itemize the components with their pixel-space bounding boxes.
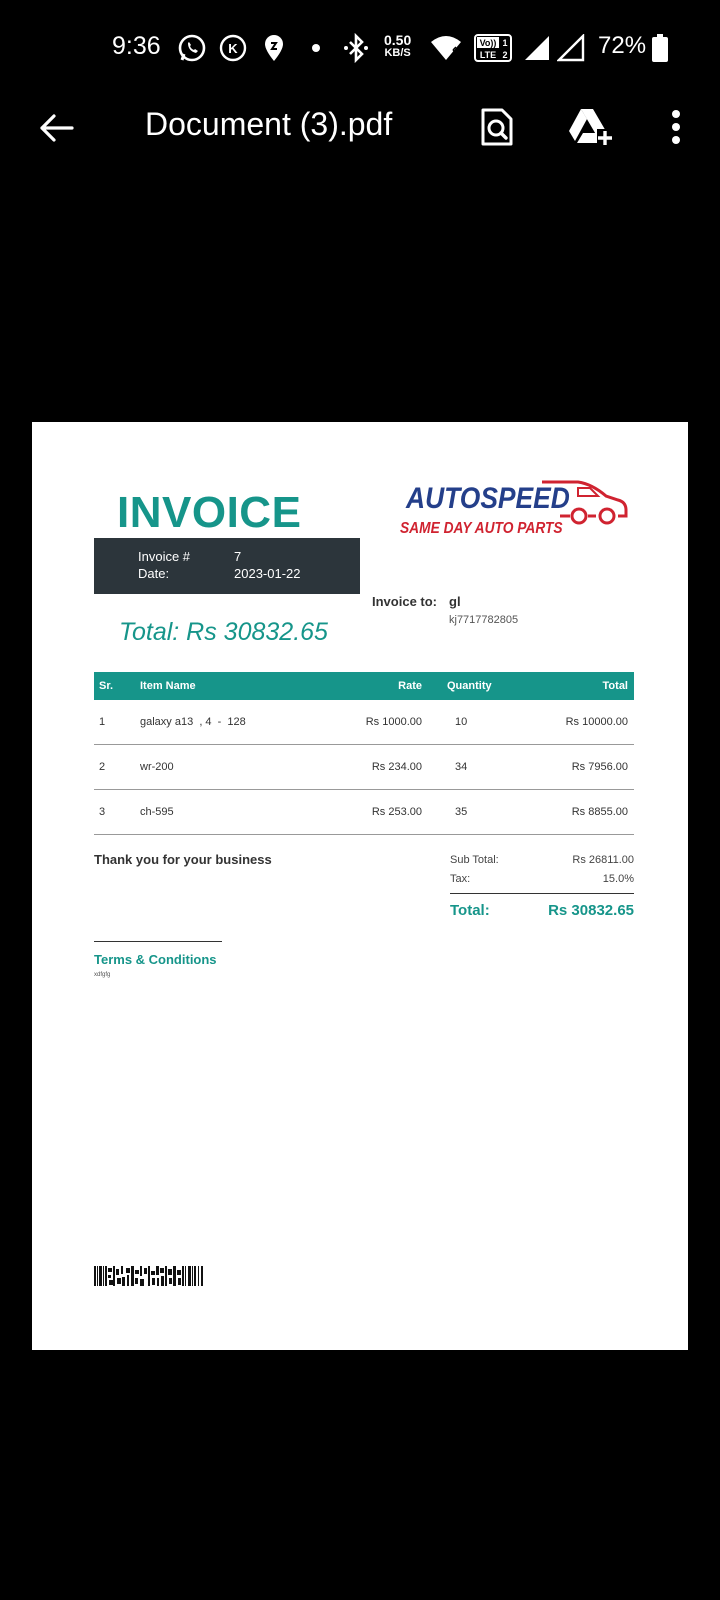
volte-icon: Vo)) LTE 1 2 [474, 32, 512, 64]
row-qty: 10 [455, 716, 468, 728]
k-app-icon: K [218, 32, 248, 64]
back-button[interactable] [30, 108, 82, 148]
row-item: galaxy a13 , 4 - 128 [140, 716, 246, 728]
svg-text:Vo)): Vo)) [480, 38, 497, 48]
col-total: Total [602, 680, 628, 692]
grand-total-value: Rs 30832.65 [548, 902, 634, 919]
row-sr: 1 [99, 716, 106, 728]
invoice-to-label: Invoice to: [372, 594, 438, 609]
col-sr: Sr. [99, 680, 114, 692]
signal-icon-2 [556, 32, 586, 64]
row-sr: 2 [99, 761, 106, 773]
battery-icon [650, 32, 670, 64]
terms-title: Terms & Conditions [94, 952, 217, 967]
svg-text:1: 1 [502, 38, 507, 48]
row-rate: Rs 253.00 [371, 806, 422, 818]
more-vert-icon [672, 110, 680, 144]
row-sr: 3 [99, 806, 106, 818]
car-logo-icon [542, 480, 628, 525]
col-quantity: Quantity [447, 680, 492, 692]
total-banner: Total: Rs 30832.65 [119, 618, 328, 646]
summary-divider [450, 893, 634, 894]
row-total: Rs 10000.00 [565, 716, 628, 728]
col-rate: Rate [398, 680, 422, 692]
back-arrow-icon [40, 114, 74, 142]
net-speed: 0.50 KB/S [384, 32, 412, 60]
svg-text:LTE: LTE [480, 50, 496, 60]
app-bar: Document (3).pdf [0, 96, 720, 158]
terms-divider [94, 941, 222, 942]
items-table-header: Sr. Item Name Rate Quantity Total [94, 672, 634, 700]
row-item: wr-200 [140, 761, 174, 773]
table-row: 1 galaxy a13 , 4 - 128 Rs 1000.00 10 Rs … [94, 700, 634, 745]
dot-icon [310, 32, 322, 64]
status-time: 9:36 [112, 32, 161, 60]
add-to-drive-button[interactable] [566, 104, 614, 150]
document-title: Document (3).pdf [145, 106, 393, 142]
row-qty: 34 [455, 761, 468, 773]
row-total: Rs 8855.00 [571, 806, 628, 818]
invoice-number-label: Invoice # [138, 549, 191, 564]
row-item: ch-595 [140, 806, 174, 818]
status-bar: 9:36 K 0.50 KB/S Vo)) LTE 1 2 72% [0, 0, 720, 96]
drive-add-icon [569, 109, 613, 147]
invoice-date-value: 2023-01-22 [234, 566, 301, 581]
row-qty: 35 [455, 806, 468, 818]
col-item-name: Item Name [140, 680, 196, 692]
location-pin-icon [262, 32, 286, 64]
document-search-icon [481, 108, 513, 146]
terms-body: xdfgfg [94, 972, 111, 978]
svg-text:K: K [228, 41, 238, 56]
table-row: 2 wr-200 Rs 234.00 34 Rs 7956.00 [94, 745, 634, 790]
invoice-to-phone: kj7717782805 [449, 614, 519, 626]
table-row: 3 ch-595 Rs 253.00 35 Rs 8855.00 [94, 790, 634, 835]
autospeed-logo: AUTOSPEED SAME DAY AUTO PARTS [400, 478, 630, 548]
find-in-document-button[interactable] [473, 104, 521, 150]
net-speed-unit: KB/S [384, 47, 411, 59]
row-total: Rs 7956.00 [571, 761, 628, 773]
invoice-heading: INVOICE [117, 488, 302, 537]
net-speed-value: 0.50 [384, 32, 412, 48]
wifi-icon [428, 32, 464, 64]
tax-label: Tax: [450, 873, 471, 885]
tax-value: 15.0% [602, 873, 634, 885]
invoice-number-value: 7 [234, 549, 242, 564]
row-rate: Rs 234.00 [371, 761, 422, 773]
subtotal-label: Sub Total: [450, 854, 499, 866]
more-options-button[interactable] [652, 104, 700, 150]
thank-you-note: Thank you for your business [94, 852, 272, 867]
bluetooth-icon [342, 32, 370, 64]
subtotal-value: Rs 26811.00 [572, 854, 634, 866]
svg-text:2: 2 [502, 50, 507, 60]
invoice-meta-box: Invoice # 7 Date: 2023-01-22 [94, 538, 360, 594]
invoice-to-name: gl [449, 594, 461, 609]
invoice-date-label: Date: [138, 566, 170, 581]
grand-total-label: Total: [450, 902, 490, 919]
row-rate: Rs 1000.00 [365, 716, 422, 728]
battery-percent: 72% [598, 32, 647, 59]
signal-icon [522, 32, 552, 64]
whatsapp-icon [176, 32, 208, 64]
barcode-image [94, 1266, 203, 1286]
pdf-page[interactable]: INVOICE Invoice # 7 Date: 2023-01-22 Tot… [32, 422, 688, 1350]
